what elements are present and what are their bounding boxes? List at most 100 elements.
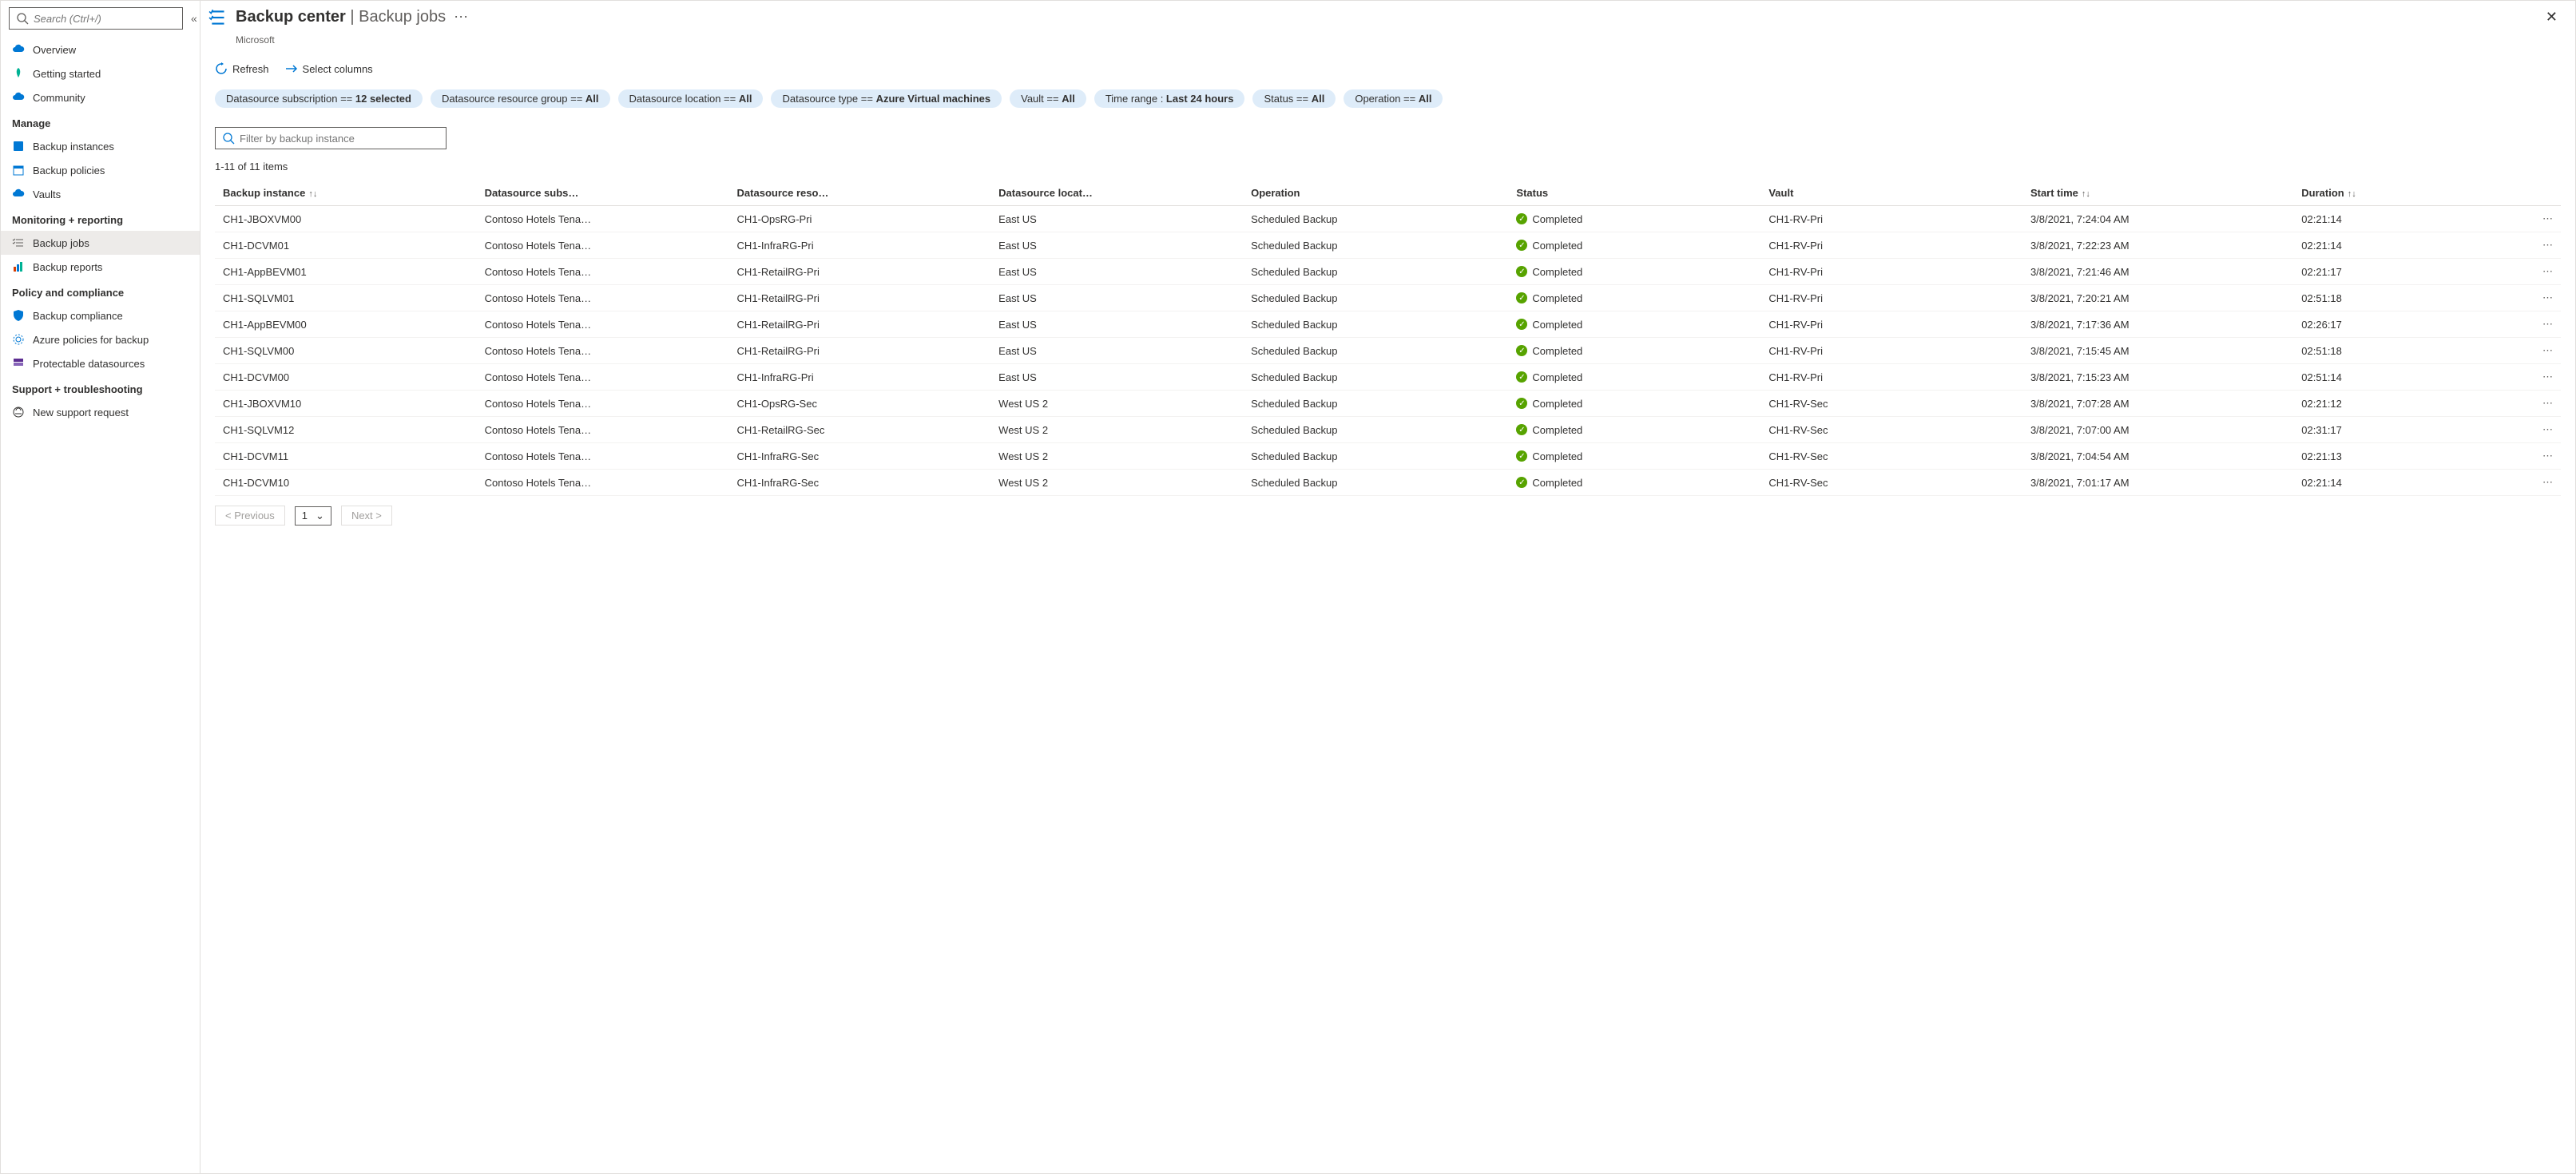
table-row[interactable]: CH1-AppBEVM00Contoso Hotels Tena…CH1-Ret… <box>215 311 2561 338</box>
sidebar-item-overview[interactable]: Overview <box>1 38 200 61</box>
table-row[interactable]: CH1-DCVM00Contoso Hotels Tena…CH1-InfraR… <box>215 364 2561 391</box>
row-context-menu[interactable]: ⋯ <box>2508 364 2561 391</box>
filter-pill-6[interactable]: Status == All <box>1252 89 1336 108</box>
filter-pill-5[interactable]: Time range : Last 24 hours <box>1094 89 1245 108</box>
table-row[interactable]: CH1-JBOXVM10Contoso Hotels Tena…CH1-OpsR… <box>215 391 2561 417</box>
success-icon: ✓ <box>1516 450 1527 462</box>
table-row[interactable]: CH1-SQLVM01Contoso Hotels Tena…CH1-Retai… <box>215 285 2561 311</box>
sidebar-item-protectable[interactable]: Protectable datasources <box>1 351 200 375</box>
row-context-menu[interactable]: ⋯ <box>2508 470 2561 496</box>
cell-subscription: Contoso Hotels Tena… <box>477 285 729 311</box>
checklist-icon <box>12 236 25 249</box>
cell-vault: CH1-RV-Pri <box>1760 232 2022 259</box>
row-context-menu[interactable]: ⋯ <box>2508 259 2561 285</box>
success-icon: ✓ <box>1516 345 1527 356</box>
instance-filter-input[interactable] <box>240 133 439 145</box>
filter-pill-2[interactable]: Datasource location == All <box>618 89 764 108</box>
cell-duration: 02:21:17 <box>2293 259 2508 285</box>
nav-section-header: Policy and compliance <box>1 279 200 303</box>
toolbar: Refresh Select columns <box>200 53 2575 85</box>
sidebar-item-backup-instances[interactable]: Backup instances <box>1 134 200 158</box>
sidebar-item-azure-policies[interactable]: Azure policies for backup <box>1 327 200 351</box>
cell-duration: 02:26:17 <box>2293 311 2508 338</box>
search-icon <box>16 12 29 25</box>
filter-pill-1[interactable]: Datasource resource group == All <box>431 89 610 108</box>
cell-instance: CH1-SQLVM01 <box>215 285 477 311</box>
sidebar-item-backup-reports[interactable]: Backup reports <box>1 255 200 279</box>
col-vault[interactable]: Vault <box>1760 180 2022 206</box>
sidebar-item-backup-policies[interactable]: Backup policies <box>1 158 200 182</box>
cell-duration: 02:21:13 <box>2293 443 2508 470</box>
filter-pill-0[interactable]: Datasource subscription == 12 selected <box>215 89 423 108</box>
col-instance[interactable]: Backup instance↑↓ <box>215 180 477 206</box>
table-row[interactable]: CH1-JBOXVM00Contoso Hotels Tena…CH1-OpsR… <box>215 206 2561 232</box>
sidebar-item-vaults[interactable]: Vaults <box>1 182 200 206</box>
table-row[interactable]: CH1-DCVM10Contoso Hotels Tena…CH1-InfraR… <box>215 470 2561 496</box>
table-row[interactable]: CH1-SQLVM00Contoso Hotels Tena…CH1-Retai… <box>215 338 2561 364</box>
row-context-menu[interactable]: ⋯ <box>2508 232 2561 259</box>
success-icon: ✓ <box>1516 424 1527 435</box>
sidebar-item-backup-jobs[interactable]: Backup jobs <box>1 231 200 255</box>
cell-instance: CH1-AppBEVM01 <box>215 259 477 285</box>
row-context-menu[interactable]: ⋯ <box>2508 443 2561 470</box>
row-context-menu[interactable]: ⋯ <box>2508 311 2561 338</box>
filter-pill-7[interactable]: Operation == All <box>1344 89 1443 108</box>
cell-rg: CH1-RetailRG-Pri <box>729 338 991 364</box>
cell-operation: Scheduled Backup <box>1243 391 1508 417</box>
col-status[interactable]: Status <box>1508 180 1760 206</box>
table-row[interactable]: CH1-SQLVM12Contoso Hotels Tena…CH1-Retai… <box>215 417 2561 443</box>
sidebar-search-input[interactable] <box>34 13 176 25</box>
cell-rg: CH1-OpsRG-Pri <box>729 206 991 232</box>
filter-pill-4[interactable]: Vault == All <box>1010 89 1086 108</box>
row-context-menu[interactable]: ⋯ <box>2508 391 2561 417</box>
cell-rg: CH1-InfraRG-Sec <box>729 470 991 496</box>
sort-icon: ↑↓ <box>2348 189 2356 199</box>
row-context-menu[interactable]: ⋯ <box>2508 338 2561 364</box>
sort-icon: ↑↓ <box>308 189 317 199</box>
cell-instance: CH1-AppBEVM00 <box>215 311 477 338</box>
col-start[interactable]: Start time↑↓ <box>2022 180 2293 206</box>
col-location[interactable]: Datasource locat… <box>990 180 1243 206</box>
refresh-button[interactable]: Refresh <box>215 62 269 75</box>
sidebar-item-getting-started[interactable]: Getting started <box>1 61 200 85</box>
sidebar-item-backup-compliance[interactable]: Backup compliance <box>1 303 200 327</box>
success-icon: ✓ <box>1516 319 1527 330</box>
stack-icon <box>12 357 25 370</box>
cell-rg: CH1-RetailRG-Pri <box>729 285 991 311</box>
refresh-icon <box>215 62 228 75</box>
cell-vault: CH1-RV-Sec <box>1760 391 2022 417</box>
pager-previous[interactable]: < Previous <box>215 506 285 526</box>
table-row[interactable]: CH1-AppBEVM01Contoso Hotels Tena…CH1-Ret… <box>215 259 2561 285</box>
pager: < Previous 1 ⌄ Next > <box>215 496 2561 526</box>
sidebar-item-label: Backup reports <box>33 261 102 273</box>
header-more-button[interactable]: ⋯ <box>454 9 468 26</box>
col-duration[interactable]: Duration↑↓ <box>2293 180 2508 206</box>
col-operation[interactable]: Operation <box>1243 180 1508 206</box>
sidebar-item-community[interactable]: Community <box>1 85 200 109</box>
cell-operation: Scheduled Backup <box>1243 232 1508 259</box>
close-button[interactable]: ✕ <box>2539 6 2564 29</box>
sidebar-collapse-button[interactable]: « <box>191 12 197 25</box>
cell-rg: CH1-InfraRG-Pri <box>729 232 991 259</box>
sidebar-item-new-support[interactable]: New support request <box>1 400 200 424</box>
col-resourcegroup[interactable]: Datasource reso… <box>729 180 991 206</box>
instance-filter[interactable] <box>215 127 447 149</box>
cell-location: West US 2 <box>990 417 1243 443</box>
row-context-menu[interactable]: ⋯ <box>2508 206 2561 232</box>
col-subscription[interactable]: Datasource subs… <box>477 180 729 206</box>
row-context-menu[interactable]: ⋯ <box>2508 285 2561 311</box>
success-icon: ✓ <box>1516 292 1527 303</box>
success-icon: ✓ <box>1516 398 1527 409</box>
table-row[interactable]: CH1-DCVM11Contoso Hotels Tena…CH1-InfraR… <box>215 443 2561 470</box>
row-context-menu[interactable]: ⋯ <box>2508 417 2561 443</box>
pager-page-select[interactable]: 1 ⌄ <box>295 506 331 526</box>
cell-instance: CH1-SQLVM12 <box>215 417 477 443</box>
select-columns-button[interactable]: Select columns <box>285 62 373 75</box>
sidebar-search[interactable] <box>9 7 183 30</box>
filter-pill-3[interactable]: Datasource type == Azure Virtual machine… <box>771 89 1002 108</box>
cell-location: East US <box>990 232 1243 259</box>
cell-start: 3/8/2021, 7:01:17 AM <box>2022 470 2293 496</box>
cell-vault: CH1-RV-Sec <box>1760 443 2022 470</box>
pager-next[interactable]: Next > <box>341 506 392 526</box>
table-row[interactable]: CH1-DCVM01Contoso Hotels Tena…CH1-InfraR… <box>215 232 2561 259</box>
